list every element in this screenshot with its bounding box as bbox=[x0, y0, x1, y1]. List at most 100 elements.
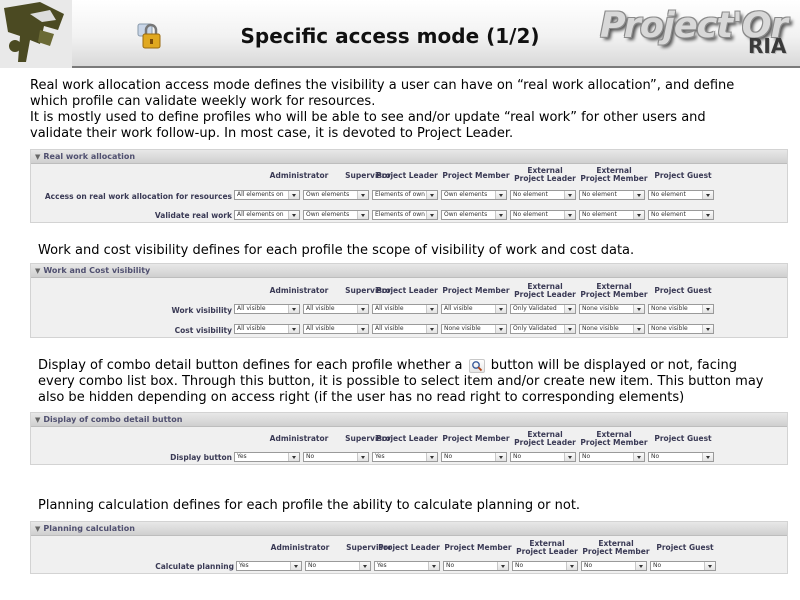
chevron-down-icon[interactable] bbox=[633, 325, 644, 333]
chevron-down-icon[interactable] bbox=[428, 562, 439, 570]
chevron-down-icon[interactable] bbox=[359, 562, 370, 570]
chevron-down-icon[interactable] bbox=[564, 325, 575, 333]
access-select[interactable]: All elements on bbox=[234, 210, 300, 220]
access-select[interactable]: No bbox=[441, 452, 507, 462]
access-select[interactable]: None visible bbox=[579, 324, 645, 334]
chevron-down-icon[interactable] bbox=[495, 325, 506, 333]
chevron-down-icon[interactable] bbox=[357, 211, 368, 219]
chevron-down-icon[interactable] bbox=[288, 325, 299, 333]
chevron-down-icon[interactable] bbox=[633, 211, 644, 219]
access-select[interactable]: Elements of own bbox=[372, 190, 438, 200]
panel-title[interactable]: ▼ Real work allocation bbox=[31, 150, 787, 164]
chevron-down-icon[interactable] bbox=[357, 325, 368, 333]
chevron-down-icon[interactable] bbox=[497, 562, 508, 570]
access-select[interactable]: No bbox=[648, 452, 714, 462]
chevron-down-icon[interactable] bbox=[290, 562, 301, 570]
chevron-down-icon[interactable] bbox=[426, 211, 437, 219]
access-select[interactable]: None visible bbox=[648, 324, 714, 334]
access-select[interactable]: No element bbox=[648, 210, 714, 220]
chevron-down-icon[interactable] bbox=[426, 453, 437, 461]
col-external-leader-l2: Project Leader bbox=[514, 290, 576, 299]
col-project-member: Project Member bbox=[442, 286, 510, 295]
access-select[interactable]: No element bbox=[510, 190, 576, 200]
access-select[interactable]: Yes bbox=[372, 452, 438, 462]
access-select[interactable]: No element bbox=[510, 210, 576, 220]
brand-suffix: RIA bbox=[748, 34, 787, 58]
panel-title[interactable]: ▼ Planning calculation bbox=[31, 522, 787, 536]
access-select[interactable]: No bbox=[579, 452, 645, 462]
chevron-down-icon[interactable] bbox=[702, 191, 713, 199]
access-select[interactable]: All visible bbox=[234, 304, 300, 314]
access-select[interactable]: None visible bbox=[648, 304, 714, 314]
select-value: No element bbox=[513, 191, 548, 198]
col-external-leader: External Project Leader bbox=[505, 431, 585, 447]
access-select[interactable]: Only Validated bbox=[510, 304, 576, 314]
access-select[interactable]: Own elements bbox=[441, 190, 507, 200]
access-select[interactable]: All visible bbox=[372, 324, 438, 334]
chevron-down-icon[interactable] bbox=[564, 305, 575, 313]
access-select[interactable]: No element bbox=[579, 190, 645, 200]
chevron-down-icon[interactable] bbox=[495, 191, 506, 199]
chevron-down-icon[interactable] bbox=[426, 191, 437, 199]
access-select[interactable]: All visible bbox=[372, 304, 438, 314]
chevron-down-icon[interactable] bbox=[495, 211, 506, 219]
access-select[interactable]: No bbox=[443, 561, 509, 571]
access-select[interactable]: No bbox=[303, 452, 369, 462]
access-select[interactable]: All visible bbox=[303, 324, 369, 334]
chevron-down-icon[interactable] bbox=[495, 305, 506, 313]
chevron-down-icon[interactable] bbox=[564, 453, 575, 461]
chevron-down-icon[interactable] bbox=[702, 325, 713, 333]
chevron-down-icon[interactable] bbox=[564, 211, 575, 219]
access-select[interactable]: Yes bbox=[236, 561, 302, 571]
col-project-leader: Project Leader bbox=[376, 171, 438, 180]
chevron-down-icon[interactable] bbox=[288, 305, 299, 313]
col-external-leader-l2: Project Leader bbox=[516, 547, 578, 556]
chevron-down-icon[interactable] bbox=[288, 211, 299, 219]
access-select[interactable]: All visible bbox=[441, 304, 507, 314]
chevron-down-icon[interactable] bbox=[357, 453, 368, 461]
access-select[interactable]: All visible bbox=[303, 304, 369, 314]
access-select[interactable]: None visible bbox=[441, 324, 507, 334]
chevron-down-icon[interactable] bbox=[633, 453, 644, 461]
access-select[interactable]: No element bbox=[648, 190, 714, 200]
intro-text: Real work allocation access mode defines… bbox=[30, 78, 734, 142]
access-select[interactable]: All elements on bbox=[234, 190, 300, 200]
panel-title[interactable]: ▼ Work and Cost visibility bbox=[31, 264, 787, 278]
access-select[interactable]: No element bbox=[579, 210, 645, 220]
select-value: All visible bbox=[237, 325, 266, 332]
access-select[interactable]: No bbox=[512, 561, 578, 571]
chevron-down-icon[interactable] bbox=[635, 562, 646, 570]
panel-title[interactable]: ▼ Display of combo detail button bbox=[31, 413, 787, 427]
chevron-down-icon[interactable] bbox=[357, 191, 368, 199]
chevron-down-icon[interactable] bbox=[704, 562, 715, 570]
chevron-down-icon[interactable] bbox=[633, 191, 644, 199]
access-select[interactable]: Only Validated bbox=[510, 324, 576, 334]
chevron-down-icon[interactable] bbox=[495, 453, 506, 461]
col-administrator: Administrator bbox=[269, 434, 329, 443]
access-select[interactable]: No bbox=[510, 452, 576, 462]
chevron-down-icon[interactable] bbox=[702, 305, 713, 313]
access-select[interactable]: All visible bbox=[234, 324, 300, 334]
col-external-member: External Project Member bbox=[574, 431, 654, 447]
chevron-down-icon[interactable] bbox=[564, 191, 575, 199]
chevron-down-icon[interactable] bbox=[426, 325, 437, 333]
access-select[interactable]: Own elements bbox=[303, 210, 369, 220]
access-select[interactable]: Yes bbox=[374, 561, 440, 571]
select-value: Yes bbox=[377, 562, 387, 569]
chevron-down-icon[interactable] bbox=[288, 191, 299, 199]
chevron-down-icon[interactable] bbox=[357, 305, 368, 313]
chevron-down-icon[interactable] bbox=[566, 562, 577, 570]
chevron-down-icon[interactable] bbox=[633, 305, 644, 313]
access-select[interactable]: Own elements bbox=[441, 210, 507, 220]
access-select[interactable]: Own elements bbox=[303, 190, 369, 200]
access-select[interactable]: None visible bbox=[579, 304, 645, 314]
access-select[interactable]: No bbox=[581, 561, 647, 571]
chevron-down-icon[interactable] bbox=[702, 211, 713, 219]
access-select[interactable]: No bbox=[650, 561, 716, 571]
chevron-down-icon[interactable] bbox=[288, 453, 299, 461]
chevron-down-icon[interactable] bbox=[426, 305, 437, 313]
chevron-down-icon[interactable] bbox=[702, 453, 713, 461]
access-select[interactable]: Elements of own bbox=[372, 210, 438, 220]
access-select[interactable]: No bbox=[305, 561, 371, 571]
access-select[interactable]: Yes bbox=[234, 452, 300, 462]
